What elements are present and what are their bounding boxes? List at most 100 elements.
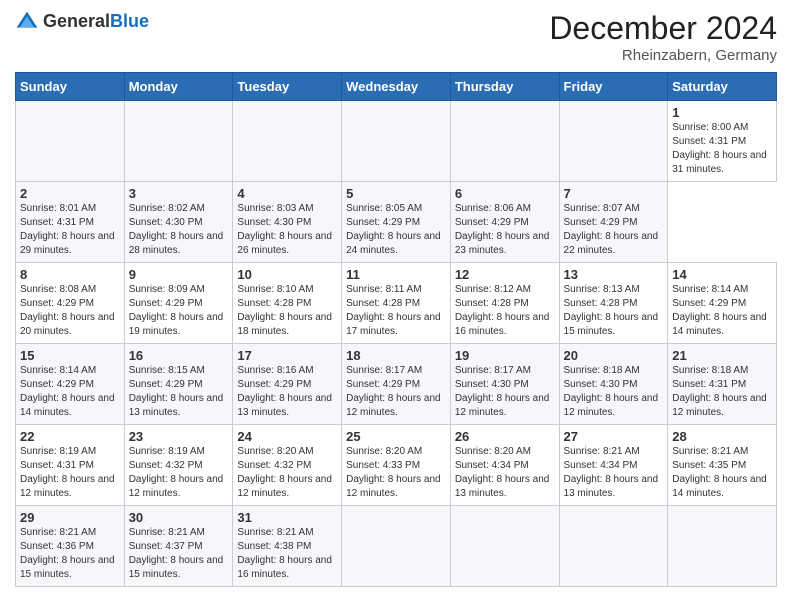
day-number: 13: [564, 267, 664, 282]
calendar-day-cell: 15Sunrise: 8:14 AMSunset: 4:29 PMDayligh…: [16, 344, 125, 425]
empty-cell: [559, 101, 668, 182]
day-info: Sunrise: 8:20 AMSunset: 4:34 PMDaylight:…: [455, 445, 555, 501]
day-info: Sunrise: 8:19 AMSunset: 4:32 PMDaylight:…: [129, 445, 229, 501]
empty-cell: [450, 101, 559, 182]
day-info: Sunrise: 8:06 AMSunset: 4:29 PMDaylight:…: [455, 202, 555, 258]
day-number: 27: [564, 429, 664, 444]
day-info: Sunrise: 8:09 AMSunset: 4:29 PMDaylight:…: [129, 283, 229, 339]
column-header-tuesday: Tuesday: [233, 73, 342, 101]
calendar-day-cell: 8Sunrise: 8:08 AMSunset: 4:29 PMDaylight…: [16, 263, 125, 344]
calendar-day-cell: 14Sunrise: 8:14 AMSunset: 4:29 PMDayligh…: [668, 263, 777, 344]
day-number: 1: [672, 105, 772, 120]
empty-cell: [342, 506, 451, 587]
logo-icon: [15, 10, 39, 34]
calendar-week-row: 29Sunrise: 8:21 AMSunset: 4:36 PMDayligh…: [16, 506, 777, 587]
empty-cell: [124, 101, 233, 182]
day-info: Sunrise: 8:12 AMSunset: 4:28 PMDaylight:…: [455, 283, 555, 339]
day-number: 18: [346, 348, 446, 363]
calendar-day-cell: 19Sunrise: 8:17 AMSunset: 4:30 PMDayligh…: [450, 344, 559, 425]
day-info: Sunrise: 8:21 AMSunset: 4:36 PMDaylight:…: [20, 526, 120, 582]
calendar-day-cell: 7Sunrise: 8:07 AMSunset: 4:29 PMDaylight…: [559, 182, 668, 263]
day-info: Sunrise: 8:17 AMSunset: 4:30 PMDaylight:…: [455, 364, 555, 420]
calendar-day-cell: 23Sunrise: 8:19 AMSunset: 4:32 PMDayligh…: [124, 425, 233, 506]
day-number: 19: [455, 348, 555, 363]
calendar-header-row: SundayMondayTuesdayWednesdayThursdayFrid…: [16, 73, 777, 101]
column-header-friday: Friday: [559, 73, 668, 101]
day-number: 11: [346, 267, 446, 282]
day-info: Sunrise: 8:14 AMSunset: 4:29 PMDaylight:…: [672, 283, 772, 339]
calendar-week-row: 2Sunrise: 8:01 AMSunset: 4:31 PMDaylight…: [16, 182, 777, 263]
calendar-day-cell: 2Sunrise: 8:01 AMSunset: 4:31 PMDaylight…: [16, 182, 125, 263]
day-number: 29: [20, 510, 120, 525]
calendar-day-cell: 9Sunrise: 8:09 AMSunset: 4:29 PMDaylight…: [124, 263, 233, 344]
day-number: 26: [455, 429, 555, 444]
calendar-week-row: 1Sunrise: 8:00 AMSunset: 4:31 PMDaylight…: [16, 101, 777, 182]
title-block: December 2024 Rheinzabern, Germany: [549, 10, 777, 64]
day-info: Sunrise: 8:21 AMSunset: 4:35 PMDaylight:…: [672, 445, 772, 501]
calendar-day-cell: 22Sunrise: 8:19 AMSunset: 4:31 PMDayligh…: [16, 425, 125, 506]
day-info: Sunrise: 8:11 AMSunset: 4:28 PMDaylight:…: [346, 283, 446, 339]
location-title: Rheinzabern, Germany: [549, 47, 777, 64]
calendar-day-cell: 26Sunrise: 8:20 AMSunset: 4:34 PMDayligh…: [450, 425, 559, 506]
column-header-saturday: Saturday: [668, 73, 777, 101]
day-number: 28: [672, 429, 772, 444]
calendar-day-cell: 29Sunrise: 8:21 AMSunset: 4:36 PMDayligh…: [16, 506, 125, 587]
calendar-day-cell: 4Sunrise: 8:03 AMSunset: 4:30 PMDaylight…: [233, 182, 342, 263]
day-number: 4: [237, 186, 337, 201]
day-info: Sunrise: 8:03 AMSunset: 4:30 PMDaylight:…: [237, 202, 337, 258]
logo-blue-text: Blue: [110, 11, 149, 31]
day-number: 8: [20, 267, 120, 282]
empty-cell: [16, 101, 125, 182]
calendar-day-cell: 31Sunrise: 8:21 AMSunset: 4:38 PMDayligh…: [233, 506, 342, 587]
day-number: 10: [237, 267, 337, 282]
day-number: 2: [20, 186, 120, 201]
empty-cell: [342, 101, 451, 182]
calendar-day-cell: 6Sunrise: 8:06 AMSunset: 4:29 PMDaylight…: [450, 182, 559, 263]
day-number: 9: [129, 267, 229, 282]
day-number: 12: [455, 267, 555, 282]
day-info: Sunrise: 8:10 AMSunset: 4:28 PMDaylight:…: [237, 283, 337, 339]
day-number: 31: [237, 510, 337, 525]
column-header-wednesday: Wednesday: [342, 73, 451, 101]
calendar-day-cell: 24Sunrise: 8:20 AMSunset: 4:32 PMDayligh…: [233, 425, 342, 506]
calendar-day-cell: 16Sunrise: 8:15 AMSunset: 4:29 PMDayligh…: [124, 344, 233, 425]
calendar-day-cell: 25Sunrise: 8:20 AMSunset: 4:33 PMDayligh…: [342, 425, 451, 506]
empty-cell: [559, 506, 668, 587]
day-number: 24: [237, 429, 337, 444]
calendar-day-cell: 18Sunrise: 8:17 AMSunset: 4:29 PMDayligh…: [342, 344, 451, 425]
calendar-day-cell: 12Sunrise: 8:12 AMSunset: 4:28 PMDayligh…: [450, 263, 559, 344]
day-info: Sunrise: 8:18 AMSunset: 4:30 PMDaylight:…: [564, 364, 664, 420]
day-number: 3: [129, 186, 229, 201]
calendar-day-cell: 11Sunrise: 8:11 AMSunset: 4:28 PMDayligh…: [342, 263, 451, 344]
empty-cell: [233, 101, 342, 182]
day-number: 23: [129, 429, 229, 444]
logo: GeneralBlue: [15, 10, 149, 34]
day-number: 30: [129, 510, 229, 525]
calendar-day-cell: 5Sunrise: 8:05 AMSunset: 4:29 PMDaylight…: [342, 182, 451, 263]
calendar-day-cell: 28Sunrise: 8:21 AMSunset: 4:35 PMDayligh…: [668, 425, 777, 506]
day-number: 7: [564, 186, 664, 201]
day-info: Sunrise: 8:20 AMSunset: 4:32 PMDaylight:…: [237, 445, 337, 501]
calendar-day-cell: 10Sunrise: 8:10 AMSunset: 4:28 PMDayligh…: [233, 263, 342, 344]
day-number: 17: [237, 348, 337, 363]
day-info: Sunrise: 8:17 AMSunset: 4:29 PMDaylight:…: [346, 364, 446, 420]
day-info: Sunrise: 8:07 AMSunset: 4:29 PMDaylight:…: [564, 202, 664, 258]
calendar-table: SundayMondayTuesdayWednesdayThursdayFrid…: [15, 72, 777, 587]
day-info: Sunrise: 8:02 AMSunset: 4:30 PMDaylight:…: [129, 202, 229, 258]
empty-cell: [450, 506, 559, 587]
calendar-day-cell: 21Sunrise: 8:18 AMSunset: 4:31 PMDayligh…: [668, 344, 777, 425]
day-number: 25: [346, 429, 446, 444]
column-header-thursday: Thursday: [450, 73, 559, 101]
day-info: Sunrise: 8:21 AMSunset: 4:38 PMDaylight:…: [237, 526, 337, 582]
calendar-week-row: 22Sunrise: 8:19 AMSunset: 4:31 PMDayligh…: [16, 425, 777, 506]
day-info: Sunrise: 8:14 AMSunset: 4:29 PMDaylight:…: [20, 364, 120, 420]
calendar-day-cell: 1Sunrise: 8:00 AMSunset: 4:31 PMDaylight…: [668, 101, 777, 182]
day-info: Sunrise: 8:21 AMSunset: 4:37 PMDaylight:…: [129, 526, 229, 582]
calendar-day-cell: 30Sunrise: 8:21 AMSunset: 4:37 PMDayligh…: [124, 506, 233, 587]
day-info: Sunrise: 8:08 AMSunset: 4:29 PMDaylight:…: [20, 283, 120, 339]
day-info: Sunrise: 8:13 AMSunset: 4:28 PMDaylight:…: [564, 283, 664, 339]
calendar-day-cell: 3Sunrise: 8:02 AMSunset: 4:30 PMDaylight…: [124, 182, 233, 263]
calendar-day-cell: 27Sunrise: 8:21 AMSunset: 4:34 PMDayligh…: [559, 425, 668, 506]
month-title: December 2024: [549, 10, 777, 47]
day-info: Sunrise: 8:18 AMSunset: 4:31 PMDaylight:…: [672, 364, 772, 420]
